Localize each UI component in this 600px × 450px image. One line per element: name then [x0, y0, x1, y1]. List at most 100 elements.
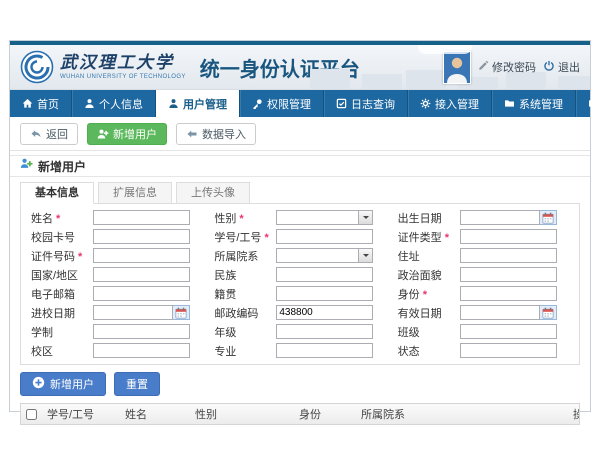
department-select-dropdown-button[interactable]: [359, 248, 373, 263]
department-select-control: [276, 248, 373, 263]
tab-basic-info[interactable]: 基本信息: [20, 182, 94, 204]
field-label-text: 学号/工号: [214, 232, 261, 244]
form-row: 姓名 *: [31, 210, 206, 225]
nav-tab-log-query[interactable]: 日志查询: [324, 90, 408, 117]
plus-circle-icon: [32, 376, 45, 392]
banner-highlight: [418, 45, 472, 54]
valid-date-field-label: 有效日期: [398, 305, 460, 321]
reset-button[interactable]: 重置: [114, 372, 160, 396]
valid-date-field-control: [460, 305, 557, 320]
email-field-control: [93, 286, 190, 301]
nav-tab-permission-management[interactable]: 权限管理: [240, 90, 324, 117]
grade-field[interactable]: [276, 324, 373, 339]
birth-date-field-label: 出生日期: [398, 210, 460, 226]
back-button[interactable]: 返回: [20, 123, 78, 145]
grade-field-control: [276, 324, 373, 339]
user-area: 修改密码 退出: [443, 51, 590, 84]
form-row: 国家/地区: [31, 267, 206, 282]
form-row: 校区: [31, 343, 206, 358]
ethnicity-field[interactable]: [276, 267, 373, 282]
form-row: 性别 *: [214, 210, 389, 225]
entry-date-field-calendar-button[interactable]: [173, 305, 190, 320]
main-nav: 首页个人信息用户管理权限管理日志查询接入管理系统管理订阅管理: [10, 90, 590, 117]
campus-field-control: [93, 343, 190, 358]
person-icon: [84, 98, 95, 109]
student-id-field-control: [276, 229, 373, 244]
section-header: 新增用户: [10, 155, 590, 177]
data-import-button[interactable]: 数据导入: [176, 123, 256, 145]
valid-date-field[interactable]: [460, 305, 540, 320]
tab-extended-info[interactable]: 扩展信息: [98, 182, 172, 204]
change-password-link[interactable]: 修改密码: [478, 59, 536, 75]
form-row: 班级: [398, 324, 573, 339]
gender-select[interactable]: [276, 210, 359, 225]
birth-date-field-calendar-button[interactable]: [540, 210, 557, 225]
gender-select-dropdown-button[interactable]: [359, 210, 373, 225]
name-field-control: [93, 210, 190, 225]
status-field[interactable]: [460, 343, 557, 358]
entry-date-field-label: 进校日期: [31, 305, 93, 321]
nav-tab-system-management[interactable]: 系统管理: [492, 90, 576, 117]
logout-link[interactable]: 退出: [543, 59, 580, 75]
campus-field[interactable]: [93, 343, 190, 358]
campus-card-field-control: [93, 229, 190, 244]
change-password-label: 修改密码: [492, 59, 536, 75]
field-label-text: 所属院系: [214, 251, 258, 263]
field-label-text: 班级: [398, 327, 420, 339]
id-type-field[interactable]: [460, 229, 557, 244]
table-header-department: 所属院系: [355, 406, 567, 422]
select-all-cell: [21, 409, 41, 420]
nav-tab-access-management[interactable]: 接入管理: [408, 90, 492, 117]
nav-tab-personal-info[interactable]: 个人信息: [72, 90, 156, 117]
field-label-text: 电子邮箱: [31, 289, 75, 301]
email-field[interactable]: [93, 286, 190, 301]
study-length-field[interactable]: [93, 324, 190, 339]
major-field[interactable]: [276, 343, 373, 358]
class-field[interactable]: [460, 324, 557, 339]
add-user-icon: [97, 128, 109, 140]
address-field-label: 住址: [398, 248, 460, 264]
entry-date-field[interactable]: [93, 305, 173, 320]
key-icon: [252, 98, 263, 109]
required-asterisk: *: [236, 213, 243, 225]
study-length-field-label: 学制: [31, 324, 93, 340]
nav-tab-subscription-management[interactable]: 订阅管理: [576, 90, 600, 117]
field-label-text: 证件类型: [398, 232, 442, 244]
class-field-control: [460, 324, 557, 339]
submit-add-user-button[interactable]: 新增用户: [20, 372, 106, 396]
nav-tab-home[interactable]: 首页: [10, 90, 72, 117]
valid-date-field-calendar-button[interactable]: [540, 305, 557, 320]
id-type-field-label: 证件类型 *: [398, 229, 460, 245]
logout-label: 退出: [558, 59, 580, 75]
form-row: 所属院系: [214, 248, 389, 263]
folder-icon: [504, 98, 515, 109]
postal-code-field-label: 邮政编码: [214, 305, 276, 321]
department-select[interactable]: [276, 248, 359, 263]
form-row: 身份 *: [398, 286, 573, 301]
country-region-field[interactable]: [93, 267, 190, 282]
import-arrow-icon: [186, 128, 198, 140]
data-import-button-label: 数据导入: [202, 126, 246, 142]
name-field[interactable]: [93, 210, 190, 225]
select-all-checkbox[interactable]: [26, 409, 37, 420]
field-label-text: 国家/地区: [31, 270, 78, 282]
identity-field[interactable]: [460, 286, 557, 301]
address-field[interactable]: [460, 248, 557, 263]
back-button-label: 返回: [46, 126, 68, 142]
id-number-field[interactable]: [93, 248, 190, 263]
nav-tab-user-management[interactable]: 用户管理: [156, 90, 240, 117]
student-id-field[interactable]: [276, 229, 373, 244]
birth-date-field[interactable]: [460, 210, 540, 225]
add-user-button[interactable]: 新增用户: [87, 123, 167, 145]
table-header-name: 姓名: [119, 406, 189, 422]
table-header-actions: 操作: [567, 406, 579, 422]
pencil-icon: [478, 60, 489, 74]
major-field-control: [276, 343, 373, 358]
native-place-field[interactable]: [276, 286, 373, 301]
form-panel: 基本信息扩展信息上传头像 姓名 *校园卡号证件号码 *国家/地区电子邮箱进校日期…: [10, 177, 590, 425]
political-status-field[interactable]: [460, 267, 557, 282]
postal-code-field[interactable]: [276, 305, 373, 320]
campus-card-field[interactable]: [93, 229, 190, 244]
tab-upload-avatar[interactable]: 上传头像: [176, 182, 250, 204]
field-label-text: 邮政编码: [214, 308, 258, 320]
